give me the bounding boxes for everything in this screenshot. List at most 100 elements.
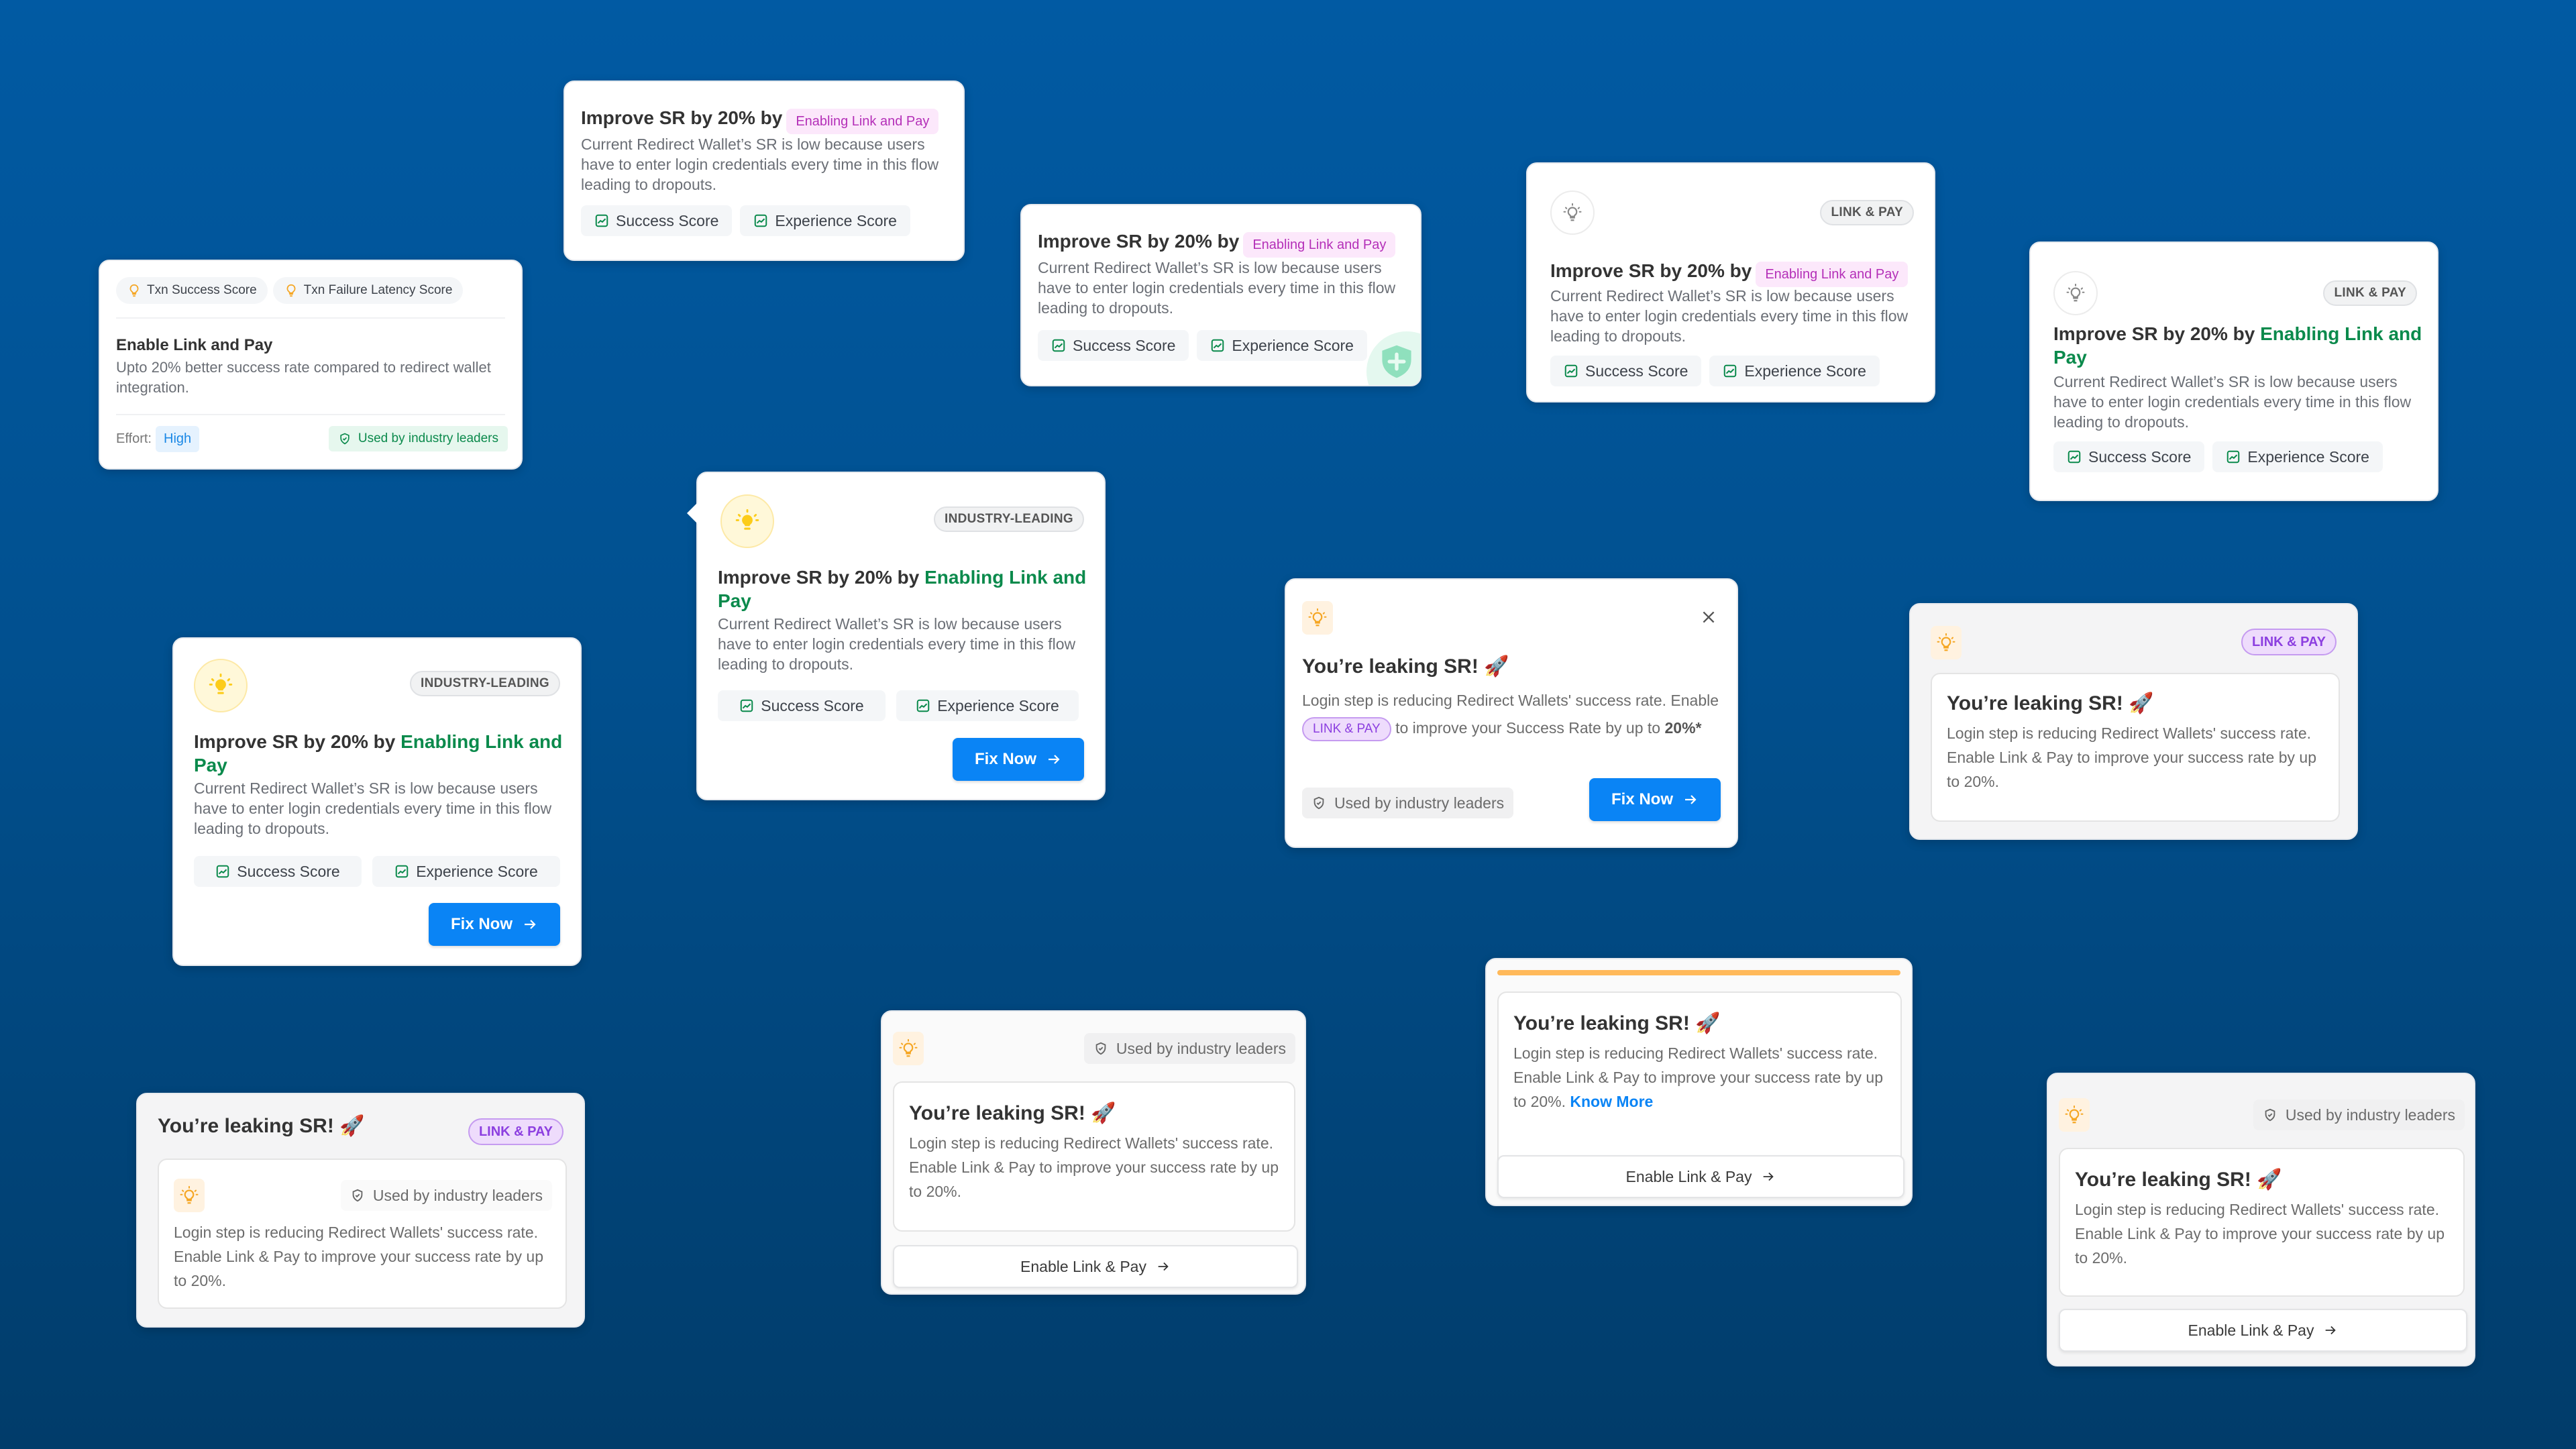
enable-link-pay-button[interactable]: Enable Link & Pay bbox=[2059, 1309, 2467, 1352]
bulb-icon-container bbox=[1302, 601, 1333, 635]
card-title: You’re leaking SR! 🚀 bbox=[158, 1115, 365, 1137]
card-description: Login step is reducing Redirect Wallets'… bbox=[909, 1134, 1279, 1200]
experience-score-chip: Experience Score bbox=[896, 690, 1079, 721]
bulb-icon-container bbox=[2053, 271, 2098, 315]
link-pay-tag: LINK & PAY bbox=[2323, 280, 2417, 306]
trend-chart-icon bbox=[1564, 364, 1578, 378]
used-by-leaders-badge: Used by industry leaders bbox=[1302, 788, 1514, 818]
message-panel: You’re leaking SR! 🚀 Login step is reduc… bbox=[1931, 673, 2340, 822]
bulb-filled-icon bbox=[735, 508, 759, 530]
used-by-label: Used by industry leaders bbox=[1334, 794, 1505, 812]
card-title: You’re leaking SR! 🚀 bbox=[1513, 1012, 1721, 1034]
improve-sr-tooltip-card: INDUSTRY-LEADING Improve SR by 20% by En… bbox=[687, 472, 1106, 800]
link-pay-highlight-pill: Enabling Link and Pay bbox=[786, 108, 939, 134]
link-pay-tag: LINK & PAY bbox=[468, 1118, 564, 1145]
trend-chart-icon bbox=[217, 865, 229, 878]
success-score-chip: Success Score bbox=[581, 205, 733, 236]
bulb-icon-container bbox=[194, 659, 248, 712]
link-pay-tag: LINK & PAY bbox=[1820, 200, 1914, 225]
leaking-sr-dismissable-card: You’re leaking SR! 🚀 Login step is reduc… bbox=[1285, 578, 1738, 848]
improve-sr-card-linkpay: LINK & PAY Improve SR by 20% by Enabling … bbox=[1526, 162, 1935, 402]
trend-chart-icon bbox=[741, 699, 753, 712]
effort-badge: High bbox=[156, 426, 200, 452]
shield-check-icon bbox=[1095, 1042, 1106, 1055]
card-title: Improve SR by 20% by bbox=[1550, 260, 1752, 281]
card-title: You’re leaking SR! 🚀 bbox=[2075, 1169, 2282, 1191]
card-description: Login step is reducing Redirect Wallets'… bbox=[1302, 687, 1721, 742]
card-description: Login step is reducing Redirect Wallets'… bbox=[1947, 724, 2317, 790]
shield-check-icon bbox=[2265, 1108, 2275, 1122]
improve-sr-card-pink: Improve SR by 20% by Enabling Link and Pa… bbox=[564, 80, 965, 261]
fix-now-label: Fix Now bbox=[1611, 790, 1673, 808]
experience-score-chip: Experience Score bbox=[2212, 441, 2383, 472]
fix-now-button[interactable]: Fix Now bbox=[429, 903, 560, 946]
description-text: to improve your Success Rate by up to bbox=[1395, 719, 1661, 737]
bulb-icon bbox=[2065, 1105, 2084, 1124]
leaking-sr-card-enable-grey: Used by industry leaders You’re leaking … bbox=[2047, 1073, 2475, 1366]
shield-plus-decoration[interactable] bbox=[1366, 331, 1420, 385]
card-title: Improve SR by 20% by bbox=[581, 107, 783, 128]
message-panel: Used by industry leaders Login step is r… bbox=[158, 1159, 567, 1309]
button-label: Enable Link & Pay bbox=[2188, 1321, 2314, 1339]
message-panel: You’re leaking SR! 🚀 Login step is reduc… bbox=[1497, 991, 1902, 1175]
fix-now-label: Fix Now bbox=[450, 915, 513, 933]
bulb-icon-container bbox=[893, 1032, 924, 1065]
card-description: Current Redirect Wallet’s SR is low beca… bbox=[581, 136, 939, 193]
button-label: Enable Link & Pay bbox=[1625, 1167, 1752, 1185]
trend-chart-icon bbox=[1724, 364, 1737, 378]
experience-score-chip: Experience Score bbox=[1709, 356, 1880, 386]
used-by-leaders-badge: Used by industry leaders bbox=[1083, 1033, 1295, 1064]
enable-link-pay-button[interactable]: Enable Link & Pay bbox=[1497, 1155, 1904, 1198]
link-pay-highlight-pill: Enabling Link and Pay bbox=[1243, 231, 1396, 258]
bulb-icon bbox=[899, 1038, 918, 1057]
used-by-leaders-badge: Used by industry leaders bbox=[340, 1180, 552, 1211]
txn-recommendation-card: Txn Success Score Txn Failure Latency Sc… bbox=[99, 260, 523, 470]
chip-label: Success Score bbox=[2088, 447, 2192, 466]
chip-label: Experience Score bbox=[775, 211, 897, 229]
bulb-icon-container bbox=[1931, 626, 1962, 659]
know-more-link[interactable]: Know More bbox=[1570, 1093, 1653, 1110]
leaking-sr-card-knowmore: You’re leaking SR! 🚀 Login step is reduc… bbox=[1485, 958, 1913, 1206]
leaking-sr-card-nested: You’re leaking SR! 🚀 LINK & PAY Used by … bbox=[136, 1093, 585, 1328]
enable-link-pay-button[interactable]: Enable Link & Pay bbox=[893, 1245, 1298, 1288]
arrow-right-icon bbox=[1685, 795, 1697, 804]
close-icon bbox=[1703, 611, 1715, 623]
bulb-icon-container bbox=[1550, 191, 1595, 235]
used-by-label: Used by industry leaders bbox=[2285, 1106, 2455, 1124]
experience-score-chip: Experience Score bbox=[1197, 330, 1367, 361]
used-by-label: Used by industry leaders bbox=[1116, 1039, 1286, 1057]
shield-check-icon bbox=[352, 1189, 363, 1202]
card-title: Improve SR by 20% by bbox=[2053, 323, 2255, 344]
bulb-icon bbox=[1563, 203, 1582, 221]
trend-chart-icon bbox=[395, 865, 409, 878]
card-description: Current Redirect Wallet’s SR is low beca… bbox=[1550, 287, 1909, 345]
success-score-chip: Success Score bbox=[1550, 356, 1702, 386]
close-button[interactable] bbox=[1697, 605, 1721, 629]
success-score-chip: Success Score bbox=[718, 690, 885, 721]
txn-failure-latency-chip: Txn Failure Latency Score bbox=[272, 277, 464, 304]
trend-chart-icon bbox=[916, 699, 930, 712]
fix-now-button[interactable]: Fix Now bbox=[1589, 778, 1721, 821]
success-score-chip: Success Score bbox=[2053, 441, 2205, 472]
leaking-sr-card-enable: Used by industry leaders You’re leaking … bbox=[881, 1010, 1306, 1295]
used-by-leaders-badge: Used by industry leaders bbox=[328, 426, 508, 451]
fix-now-button[interactable]: Fix Now bbox=[953, 738, 1084, 781]
used-by-label: Used by industry leaders bbox=[358, 431, 498, 445]
tooltip-pointer bbox=[687, 502, 698, 524]
bulb-icon bbox=[1308, 608, 1327, 627]
message-panel: You’re leaking SR! 🚀 Login step is reduc… bbox=[2059, 1148, 2465, 1297]
chip-label: Success Score bbox=[237, 862, 340, 880]
trend-chart-icon bbox=[1212, 339, 1224, 352]
card-description: Current Redirect Wallet’s SR is low beca… bbox=[718, 615, 1076, 673]
card-description: Login step is reducing Redirect Wallets'… bbox=[174, 1224, 544, 1289]
chip-label: Experience Score bbox=[937, 696, 1059, 714]
chip-label: Success Score bbox=[1585, 362, 1688, 380]
link-pay-highlight-pill: Enabling Link and Pay bbox=[1756, 261, 1909, 287]
description-text: Login step is reducing Redirect Wallets'… bbox=[1302, 692, 1719, 709]
success-score-chip: Success Score bbox=[194, 856, 362, 887]
card-description: Upto 20% better success rate compared to… bbox=[116, 359, 491, 396]
shield-check-icon bbox=[340, 433, 350, 445]
amber-accent-bar bbox=[1497, 970, 1900, 975]
bulb-icon bbox=[1937, 633, 1955, 651]
bulb-icon bbox=[129, 284, 139, 297]
